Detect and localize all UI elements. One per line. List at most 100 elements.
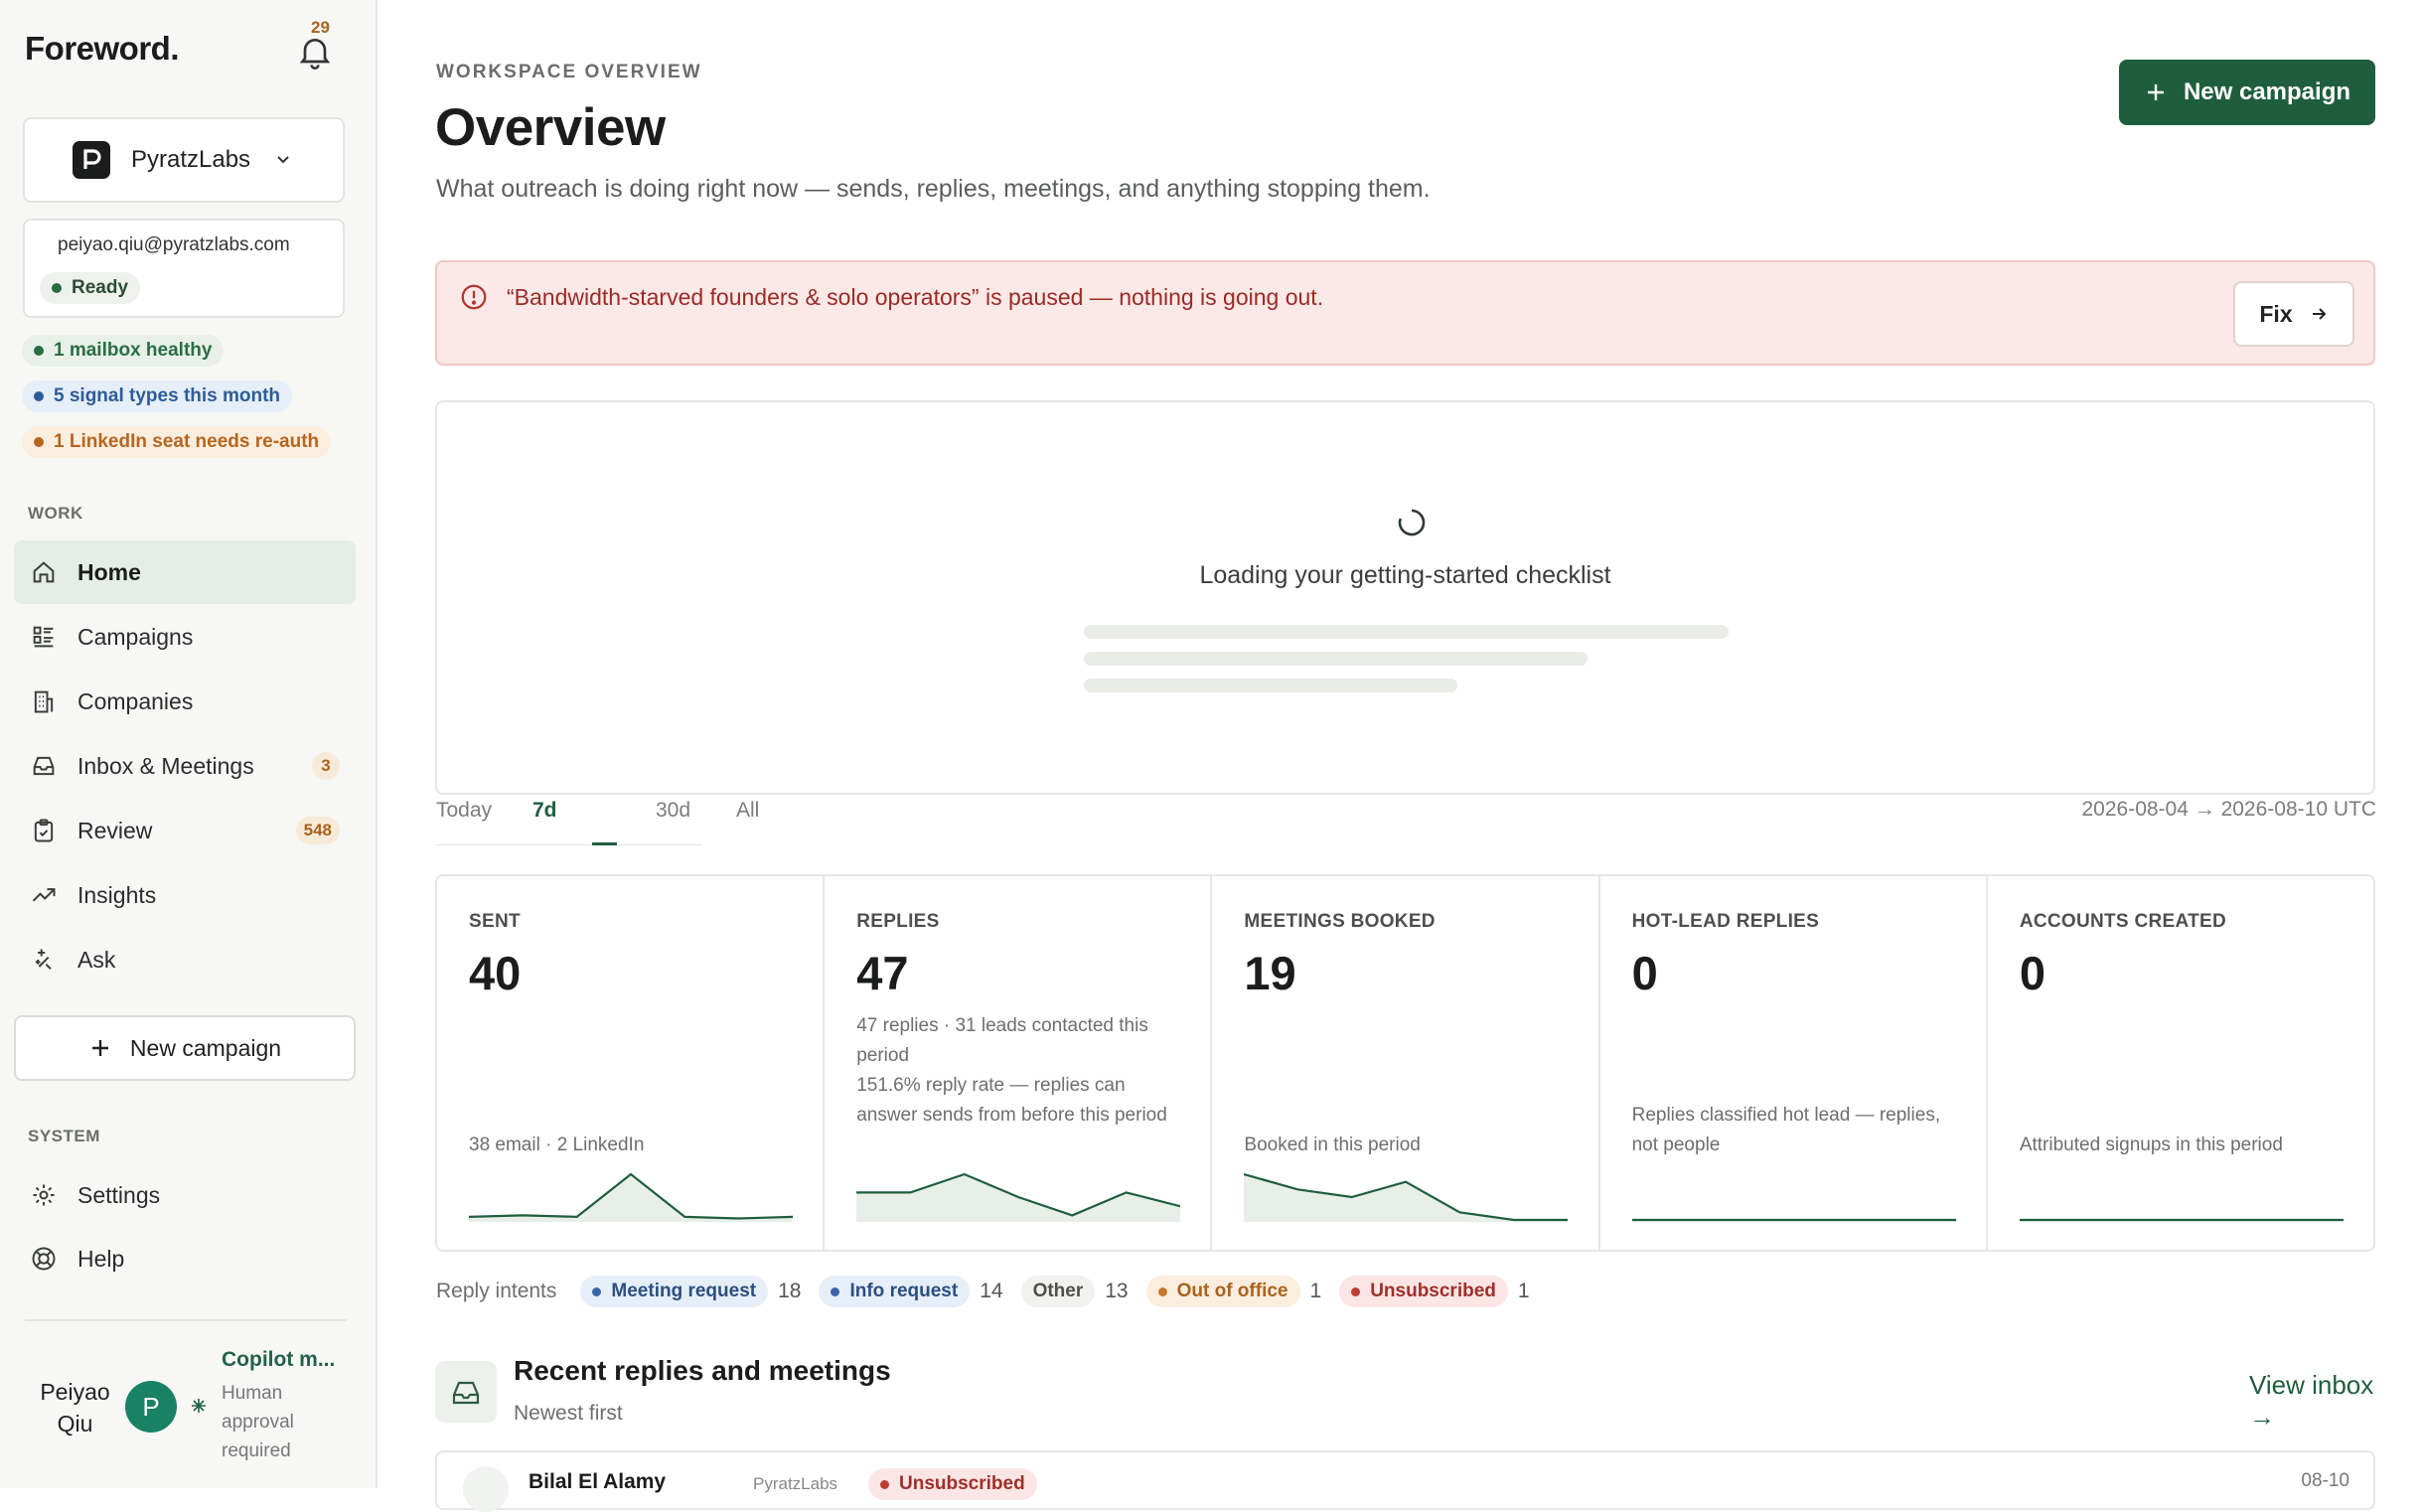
sidebar-item-settings[interactable]: Settings (14, 1163, 356, 1227)
sidebar-item-inbox-meetings[interactable]: Inbox & Meetings 3 (14, 734, 356, 798)
tab-7d[interactable]: 7d (532, 799, 557, 823)
mail-icon (463, 1466, 509, 1512)
intent-count: 13 (1105, 1280, 1129, 1302)
status-badge: Unsubscribed (868, 1468, 1037, 1500)
intent-pill[interactable]: Unsubscribed (1339, 1276, 1508, 1307)
health-chip[interactable]: 5 signal types this month (22, 380, 293, 412)
tab-30d[interactable]: 30d (656, 799, 690, 823)
page-subtitle: What outreach is doing right now — sends… (436, 175, 1431, 203)
reply-intents: Reply intents Meeting request 18 Info requ… (436, 1272, 1538, 1311)
spinner-icon (1398, 509, 1426, 536)
metric-meetings-booked[interactable]: MEETINGS BOOKED 19 Booked in this period (1212, 876, 1600, 1250)
divider (25, 1319, 347, 1321)
tab-all[interactable]: All (736, 799, 759, 823)
metric-footnote: Replies classified hot lead — replies, n… (1631, 1105, 1941, 1155)
copilot-mode[interactable]: Copilot m... (222, 1348, 341, 1372)
metric-accounts-created[interactable]: ACCOUNTS CREATED 0 Attributed signups in t… (1988, 876, 2373, 1250)
bell-icon[interactable] (295, 32, 335, 72)
inbox-icon (33, 756, 55, 776)
workspace-logo (73, 141, 110, 179)
sidebar-item-label: Companies (77, 687, 194, 714)
fix-button[interactable]: Fix (2233, 281, 2354, 347)
alert-circle-icon (461, 284, 487, 310)
chevron-down-icon (277, 156, 289, 164)
sidebar-item-home[interactable]: Home (14, 540, 356, 604)
brand-logo[interactable]: Foreword. (25, 30, 180, 68)
main-content: WORKSPACE OVERVIEW Overview What outreac… (378, 0, 2424, 1512)
sidebar-item-label: Review (77, 817, 153, 843)
intent-count: 1 (1517, 1280, 1530, 1302)
loading-text: Loading your getting-started checklist (1199, 561, 1611, 589)
metric-hot-lead-replies[interactable]: HOT-LEAD REPLIES 0 Replies classified hot … (1600, 876, 1988, 1250)
sidebar-item-ask[interactable]: Ask (14, 928, 356, 991)
reply-intents-label: Reply intents (436, 1280, 557, 1302)
skeleton-line (1084, 679, 1457, 692)
clipboard-icon (34, 819, 54, 842)
tab-today[interactable]: Today (436, 799, 492, 823)
metric-value: 47 (856, 947, 909, 999)
metric-label: REPLIES (856, 911, 940, 932)
sparkline (1244, 1172, 1569, 1222)
alert-message: “Bandwidth-starved founders & solo opera… (507, 284, 1324, 310)
intent-pill[interactable]: Other (1020, 1276, 1096, 1307)
new-campaign-button[interactable]: New campaign (2119, 60, 2375, 125)
metric-replies[interactable]: REPLIES 47 47 replies · 31 leads contacted… (825, 876, 1213, 1250)
plus-icon (2147, 84, 2164, 100)
contact-company: PyratzLabs (753, 1474, 838, 1493)
user-name[interactable]: Peiyao Qiu (28, 1376, 122, 1439)
status-badge: Ready (40, 272, 141, 304)
view-inbox-link[interactable]: View inbox → (2249, 1369, 2388, 1433)
count-badge: 3 (312, 752, 340, 780)
metric-label: MEETINGS BOOKED (1244, 911, 1436, 932)
recent-title: Recent replies and meetings (514, 1355, 891, 1386)
metric-value: 19 (1244, 947, 1296, 999)
copilot-status: Human approval required (222, 1383, 294, 1461)
sparkline (1631, 1218, 1956, 1222)
page-eyebrow: WORKSPACE OVERVIEW (436, 62, 702, 82)
getting-started-checklist: Loading your getting-started checklist (435, 400, 2375, 795)
health-chip[interactable]: 1 LinkedIn seat needs re-auth (22, 426, 332, 458)
metric-label: ACCOUNTS CREATED (2019, 911, 2226, 932)
sidebar-item-label: Inbox & Meetings (77, 752, 254, 779)
date-range: 2026-08-04 → 2026-08-10 UTC (2081, 798, 2376, 821)
building-icon (34, 690, 54, 713)
new-campaign-label: New campaign (2183, 78, 2351, 105)
intent-count: 14 (980, 1280, 1003, 1302)
skeleton-line (1084, 625, 1729, 639)
sparkle-icon (35, 949, 52, 971)
health-chip[interactable]: 1 mailbox healthy (22, 335, 225, 367)
arrow-right-icon (2312, 308, 2327, 320)
metric-value: 0 (1631, 947, 1658, 999)
sidebar-item-review[interactable]: Review 548 (14, 799, 356, 862)
metric-footnote: Booked in this period (1244, 1134, 1421, 1155)
metric-sent[interactable]: SENT 40 38 email · 2 LinkedIn (437, 876, 826, 1250)
intent-pill[interactable]: Info request (819, 1276, 971, 1307)
metric-value: 0 (2019, 947, 2045, 999)
sidebar-new-campaign-button[interactable]: New campaign (14, 1015, 356, 1081)
sidebar-item-label: Help (77, 1245, 125, 1272)
active-tab-indicator (592, 842, 617, 845)
section-heading-work: WORK (28, 504, 83, 523)
sidebar-item-label: Home (77, 558, 141, 585)
sparkline (2019, 1218, 2344, 1222)
sidebar-item-campaigns[interactable]: Campaigns (14, 605, 356, 669)
sidebar-item-insights[interactable]: Insights (14, 863, 356, 927)
metric-label: HOT-LEAD REPLIES (1631, 911, 1820, 932)
workspace-switcher[interactable]: PyratzLabs (23, 117, 345, 203)
sparkline (856, 1172, 1181, 1222)
metric-footnote: 151.6% reply rate — replies can answer s… (856, 1075, 1167, 1126)
sidebar-item-label: Ask (77, 946, 116, 973)
account-card[interactable]: peiyao.qiu@pyratzlabs.com Ready (23, 219, 345, 318)
intent-pill[interactable]: Meeting request (580, 1276, 769, 1307)
intent-pill[interactable]: Out of office (1145, 1276, 1300, 1307)
sparkle-icon (192, 1399, 206, 1413)
avatar[interactable]: P (125, 1381, 177, 1433)
list-item[interactable]: Bilal El Alamy PyratzLabs Unsubscribed 0… (435, 1450, 2375, 1512)
section-heading-system: SYSTEM (28, 1127, 100, 1145)
sidebar-item-help[interactable]: Help (14, 1227, 356, 1290)
skeleton-line (1084, 652, 1588, 666)
home-icon (33, 561, 55, 583)
page-title: Overview (435, 98, 666, 157)
intent-count: 1 (1309, 1280, 1322, 1302)
sidebar-item-companies[interactable]: Companies (14, 670, 356, 733)
